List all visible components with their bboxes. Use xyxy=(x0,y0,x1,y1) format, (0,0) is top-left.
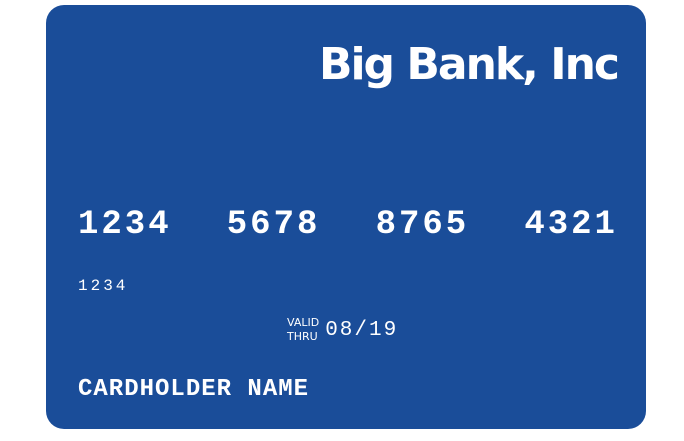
card-number-group-4: 4321 xyxy=(524,206,618,244)
credit-card: Big Bank, Inc 1234 5678 8765 4321 1234 V… xyxy=(46,5,646,429)
card-number-group-1: 1234 xyxy=(78,206,172,244)
cardholder-name: CARDHOLDER NAME xyxy=(78,376,310,403)
valid-thru-label: VALID THRU xyxy=(287,316,319,344)
card-number-group-2: 5678 xyxy=(226,206,321,244)
card-number: 1234 5678 8765 4321 xyxy=(78,208,618,242)
card-number-short: 1234 xyxy=(78,277,129,295)
valid-label-line-1: VALID xyxy=(287,316,320,329)
card-number-group-3: 8765 xyxy=(375,206,470,244)
valid-thru: VALID THRU 08/19 xyxy=(287,316,398,344)
valid-label-line-2: THRU xyxy=(287,330,318,343)
expiry-date: 08/19 xyxy=(325,318,399,342)
bank-name: Big Bank, Inc xyxy=(318,39,620,90)
